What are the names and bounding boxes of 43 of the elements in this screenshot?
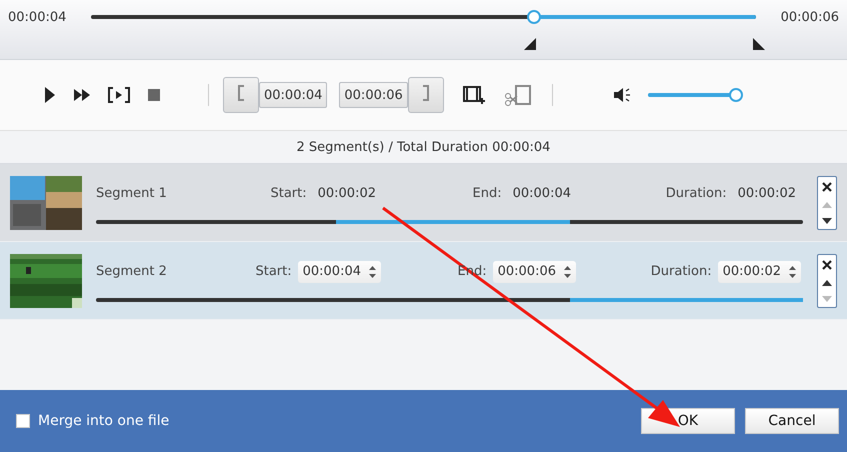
scissors-film-icon[interactable]	[504, 84, 532, 106]
end-field[interactable]: 00:00:06	[492, 260, 576, 282]
playhead-handle[interactable]	[527, 10, 542, 24]
segments-summary: 2 Segment(s) / Total Duration 00:00:04	[296, 140, 550, 154]
segment-row[interactable]: Segment 1 Start: 00:00:02 End: 00:00:04 Duration: 00:00:02	[0, 164, 847, 242]
end-time: 00:00:06	[780, 10, 839, 24]
start-label: Start:	[255, 264, 292, 279]
set-start-button[interactable]	[223, 77, 259, 113]
end-label: End:	[472, 186, 502, 201]
start-field: 00:00:02	[312, 182, 381, 204]
end-field: 00:00:04	[508, 182, 576, 204]
play-selection-icon[interactable]	[108, 87, 130, 103]
fast-forward-icon[interactable]	[74, 89, 90, 101]
volume-handle[interactable]	[728, 88, 743, 102]
duration-field[interactable]: 00:00:02	[718, 260, 801, 282]
segment-name: Segment 1	[96, 186, 168, 201]
start-label: Start:	[270, 186, 307, 201]
mark-out-time: 00:00:06	[339, 82, 408, 108]
bracket-icon	[237, 84, 245, 100]
play-icon[interactable]	[44, 87, 56, 103]
mark-out-handle[interactable]	[753, 38, 765, 50]
move-up-icon[interactable]	[822, 280, 832, 286]
spinner-arrows-icon[interactable]	[789, 266, 796, 278]
merge-label: Merge into one file	[38, 413, 170, 429]
cancel-button[interactable]: Cancel	[745, 408, 839, 434]
bracket-icon	[422, 84, 430, 100]
duration-label: Duration:	[666, 186, 727, 201]
segment-name: Segment 2	[96, 264, 168, 279]
move-down-icon[interactable]	[822, 218, 832, 224]
spinner-arrows-icon[interactable]	[369, 266, 376, 278]
add-clip-icon[interactable]	[462, 84, 486, 106]
start-time: 00:00:04	[8, 10, 66, 24]
duration-label: Duration:	[650, 264, 712, 279]
merge-checkbox[interactable]	[16, 414, 30, 428]
mark-in-time: 00:00:04	[259, 82, 328, 108]
spinner-arrows-icon[interactable]	[564, 266, 571, 278]
start-field[interactable]: 00:00:04	[298, 260, 381, 282]
duration-field: 00:00:02	[732, 182, 801, 204]
set-end-button[interactable]	[408, 77, 444, 113]
close-icon[interactable]	[822, 260, 832, 270]
speaker-icon[interactable]	[612, 87, 633, 103]
close-icon[interactable]	[822, 182, 832, 192]
mark-in-handle[interactable]	[524, 38, 536, 50]
